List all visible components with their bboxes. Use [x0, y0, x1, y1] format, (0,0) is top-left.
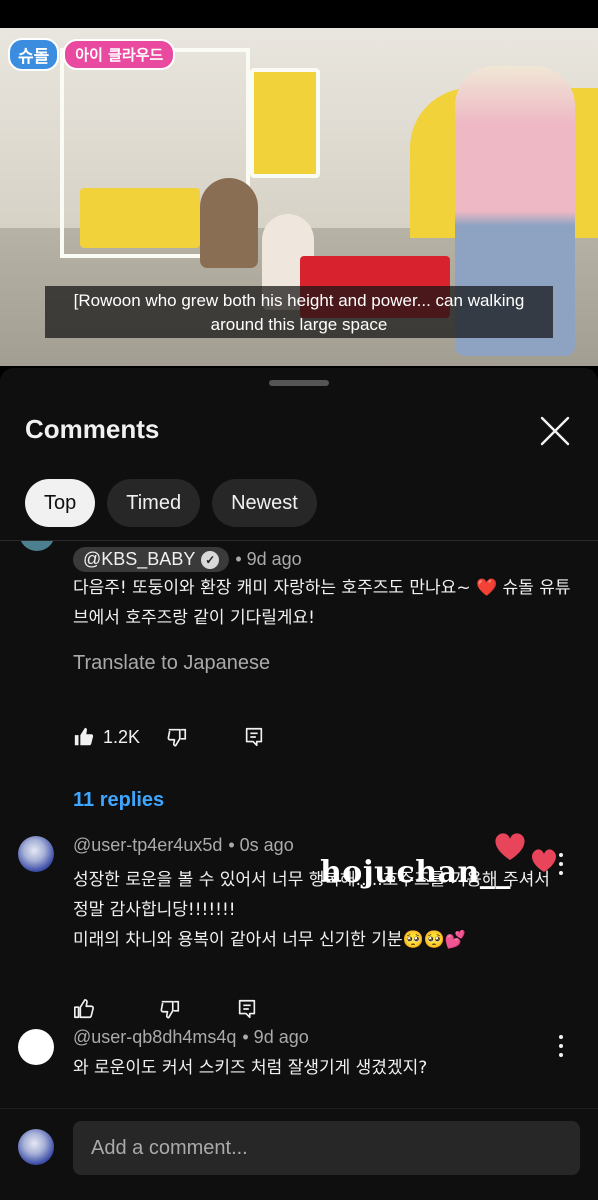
close-icon: [540, 416, 570, 446]
add-comment-input[interactable]: Add a comment...: [73, 1121, 580, 1175]
comment-author: @KBS_BABY: [83, 549, 196, 569]
comment-author[interactable]: @user-tp4er4ux5d: [73, 835, 222, 856]
dislike-button[interactable]: [166, 726, 188, 748]
comment-header: @user-qb8dh4ms4q • 9d ago: [73, 1027, 309, 1048]
verified-icon: ✓: [201, 550, 220, 569]
video-subtitle: [Rowoon who grew both his height and pow…: [45, 286, 553, 338]
sheet-title: Comments: [25, 414, 160, 444]
thumbs-down-icon: [167, 728, 187, 747]
sort-chips: Top Timed Newest: [25, 479, 317, 527]
thumbs-down-icon: [160, 1000, 180, 1019]
replies-link[interactable]: 11 replies: [73, 789, 164, 812]
comment-list: @KBS_BABY ✓ • 9d ago 다음주! 또둥이와 환장 캐미 자랑하…: [0, 541, 598, 1106]
person-sitting: [200, 178, 258, 268]
comment-time: • 9d ago: [235, 549, 302, 569]
thumbs-up-icon: [74, 999, 94, 1019]
comment-header: @KBS_BABY ✓ • 9d ago: [73, 547, 302, 572]
avatar[interactable]: [18, 1029, 54, 1065]
reply-button[interactable]: [236, 998, 258, 1020]
avatar: [19, 541, 55, 551]
add-comment-bar: Add a comment...: [0, 1108, 598, 1200]
drag-handle[interactable]: [269, 380, 329, 386]
comment-text: 와 로운이도 커서 스키즈 처럼 잘생기게 생겼겠지?: [73, 1058, 428, 1078]
like-button[interactable]: [73, 998, 95, 1020]
chip-top[interactable]: Top: [25, 479, 96, 527]
comment-time: • 0s ago: [228, 835, 294, 855]
hearts-icon: [495, 833, 556, 872]
channel-handle-pill[interactable]: @KBS_BABY ✓: [73, 547, 230, 572]
overlay-watermark-text: hojuchan__: [320, 855, 511, 890]
avatar[interactable]: [18, 836, 54, 872]
close-button[interactable]: [538, 414, 572, 448]
comment-actions: 1.2K: [73, 722, 265, 752]
comment-actions: [73, 994, 258, 1024]
chip-timed[interactable]: Timed: [107, 479, 201, 527]
avatar: [18, 1129, 54, 1165]
play-stairs: [80, 188, 200, 248]
comments-sheet: Comments Top Timed Newest @KBS_BABY ✓ • …: [0, 368, 598, 1200]
dislike-button[interactable]: [159, 998, 181, 1020]
comment-header: @user-tp4er4ux5d • 0s ago: [73, 835, 294, 856]
video-player[interactable]: 슈돌 아이 클라우드 [Rowoon who grew both his hei…: [0, 28, 598, 366]
reply-icon: [245, 727, 263, 747]
show-logo-right: 아이 클라우드: [63, 39, 176, 70]
reply-icon: [238, 999, 256, 1019]
show-logo: 슈돌 아이 클라우드: [8, 38, 176, 71]
comment-author[interactable]: @user-qb8dh4ms4q: [73, 1027, 236, 1048]
chip-newest[interactable]: Newest: [212, 479, 317, 527]
translate-link[interactable]: Translate to Japanese: [73, 652, 270, 675]
comment-time: • 9d ago: [242, 1027, 309, 1047]
like-button[interactable]: 1.2K: [73, 726, 140, 748]
show-logo-left: 슈돌: [8, 38, 60, 71]
thumbs-up-icon: [74, 727, 94, 746]
comment-text-line2: 미래의 차니와 용복이 같아서 너무 신기한 기분🥺🥺💕: [73, 930, 467, 950]
comment-text: 다음주! 또둥이와 환장 캐미 자랑하는 호주즈도 만나요~ ❤️ 슈돌 유튜브…: [73, 578, 571, 628]
reply-button[interactable]: [243, 726, 265, 748]
like-count: 1.2K: [103, 726, 141, 747]
play-window: [250, 68, 320, 178]
